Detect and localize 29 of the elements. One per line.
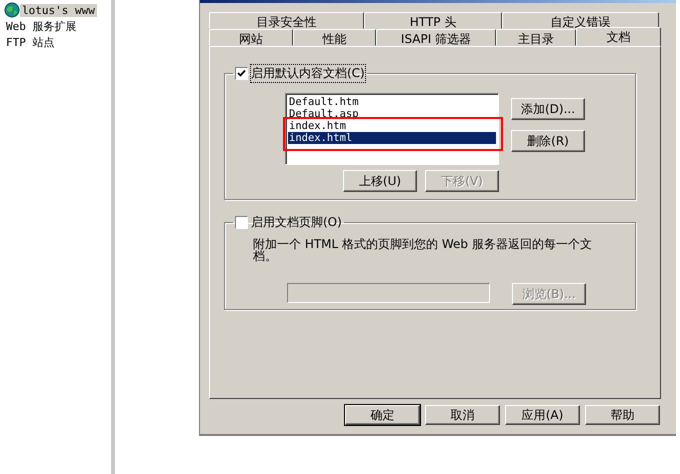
tab[interactable]: HTTP 头 bbox=[364, 12, 502, 29]
list-item[interactable]: Default.asp bbox=[288, 108, 496, 120]
tab[interactable]: 文档 bbox=[576, 27, 661, 46]
move-up-button[interactable]: 上移(U) bbox=[343, 170, 417, 192]
cancel-button[interactable]: 取消 bbox=[425, 405, 500, 425]
delete-button[interactable]: 删除(R) bbox=[511, 130, 585, 152]
tree-item[interactable]: Web 服务扩展 bbox=[4, 18, 78, 34]
tree-item[interactable]: FTP 站点 bbox=[4, 34, 56, 50]
tab[interactable]: 性能 bbox=[293, 29, 376, 46]
ok-button[interactable]: 确定 bbox=[345, 405, 420, 425]
tab[interactable]: 目录安全性 bbox=[209, 12, 364, 29]
checkbox-label: 启用文档页脚(O) bbox=[251, 214, 342, 231]
list-item[interactable]: index.htm bbox=[288, 120, 496, 132]
list-item[interactable]: index.html bbox=[288, 132, 496, 144]
checkbox[interactable] bbox=[235, 216, 248, 229]
apply-button[interactable]: 应用(A) bbox=[505, 405, 580, 425]
footer-path-field[interactable] bbox=[287, 283, 490, 303]
tab[interactable]: 网站 bbox=[209, 29, 293, 46]
tree-item[interactable]: lotus's www bbox=[20, 4, 97, 16]
add-button[interactable]: 添加(D)... bbox=[511, 98, 585, 120]
tab[interactable]: ISAPI 筛选器 bbox=[376, 29, 496, 46]
checkbox-label: 启用默认内容文档(C) bbox=[251, 65, 365, 82]
tab[interactable]: 自定义错误 bbox=[502, 12, 659, 29]
document-list[interactable]: Default.htm Default.asp index.htm index.html bbox=[285, 93, 499, 165]
tab[interactable]: 主目录 bbox=[496, 29, 576, 46]
list-item[interactable]: Default.htm bbox=[288, 96, 496, 108]
help-button[interactable]: 帮助 bbox=[585, 405, 660, 425]
description-text: 附加一个 HTML 格式的页脚到您的 Web 服务器返回的每一个文档。 bbox=[253, 238, 593, 262]
checkbox[interactable] bbox=[235, 67, 248, 80]
